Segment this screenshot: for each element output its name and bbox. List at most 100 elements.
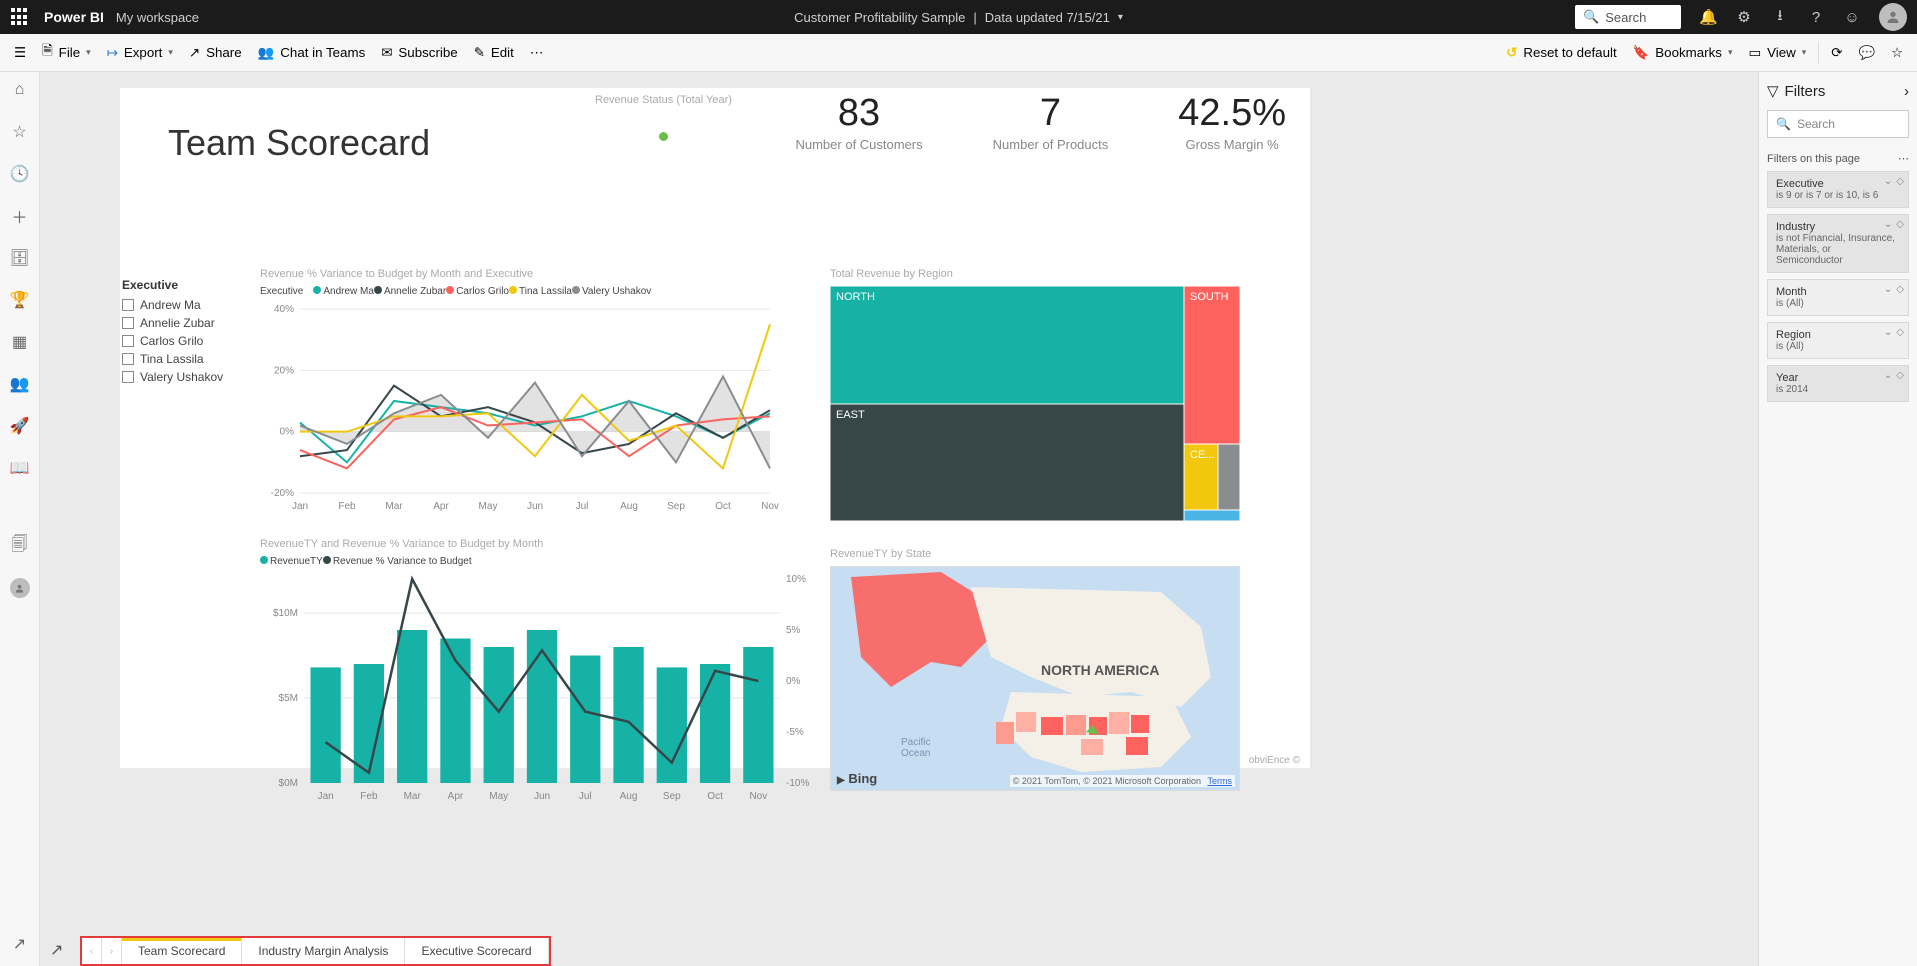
- map-svg: [831, 567, 1240, 791]
- datasets-icon[interactable]: 🗄: [0, 248, 39, 268]
- report-tab[interactable]: Team Scorecard: [122, 938, 242, 964]
- map-visual[interactable]: NORTH AMERICA Pacific Ocean ▶ Bing © 202…: [830, 566, 1240, 791]
- search-icon: 🔍: [1583, 9, 1599, 25]
- refresh-button[interactable]: ⟳: [1823, 45, 1850, 61]
- favorite-button[interactable]: ☆: [1883, 45, 1911, 61]
- feedback-icon[interactable]: ☺: [1843, 9, 1861, 26]
- chevron-down-icon[interactable]: ⌄: [1884, 219, 1892, 230]
- report-attribution: obviEnce ©: [1249, 755, 1300, 766]
- filter-card[interactable]: Industryis not Financial, Insurance, Mat…: [1767, 214, 1909, 273]
- svg-text:Mar: Mar: [404, 791, 422, 802]
- create-icon[interactable]: ＋: [0, 206, 39, 226]
- comment-button[interactable]: 💬: [1850, 45, 1883, 61]
- edit-button[interactable]: ✎Edit: [466, 34, 522, 71]
- svg-text:Apr: Apr: [448, 791, 464, 802]
- svg-text:Jan: Jan: [318, 791, 334, 802]
- chart-legend: Executive Andrew MaAnnelie ZubarCarlos G…: [260, 286, 780, 297]
- filters-header[interactable]: ▽ Filters ›: [1767, 82, 1909, 100]
- variance-line-chart[interactable]: Revenue % Variance to Budget by Month an…: [260, 268, 780, 518]
- clear-filter-icon[interactable]: ◇: [1896, 327, 1904, 338]
- more-button[interactable]: ⋯: [522, 34, 551, 71]
- chat-teams-button[interactable]: 👥Chat in Teams: [250, 34, 374, 71]
- apps-icon[interactable]: ▦: [0, 332, 39, 352]
- slicer-item[interactable]: Tina Lassila: [122, 352, 232, 366]
- export-menu[interactable]: ↦Export▾: [99, 34, 181, 71]
- clear-filter-icon[interactable]: ◇: [1896, 370, 1904, 381]
- chevron-down-icon: ▾: [1118, 12, 1123, 23]
- slicer-item[interactable]: Carlos Grilo: [122, 334, 232, 348]
- svg-text:NORTH: NORTH: [836, 291, 875, 303]
- filter-card[interactable]: Yearis 2014⌄◇: [1767, 365, 1909, 402]
- revenue-combo-chart[interactable]: RevenueTY and Revenue % Variance to Budg…: [260, 538, 820, 808]
- filters-section-label: Filters on this page⋯: [1767, 152, 1909, 165]
- goals-icon[interactable]: 🏆: [0, 290, 39, 310]
- reset-button[interactable]: ↺Reset to default: [1498, 45, 1625, 61]
- home-icon[interactable]: ⌂: [0, 80, 39, 100]
- report-title-bar[interactable]: Customer Profitability Sample | Data upd…: [794, 10, 1123, 25]
- chevron-down-icon[interactable]: ⌄: [1884, 370, 1892, 381]
- clear-filter-icon[interactable]: ◇: [1896, 284, 1904, 295]
- clear-filter-icon[interactable]: ◇: [1896, 176, 1904, 187]
- global-header: Power BI My workspace Customer Profitabi…: [0, 0, 1917, 34]
- bing-logo: ▶ Bing: [837, 771, 877, 786]
- treemap-svg: NORTHEASTSOUTHCE...: [830, 286, 1240, 521]
- global-search[interactable]: 🔍 Search: [1575, 5, 1681, 29]
- shared-icon[interactable]: 👥: [0, 374, 39, 394]
- notifications-icon[interactable]: 🔔: [1699, 8, 1717, 26]
- combo-chart-svg: $0M$5M$10M-10%-5%0%5%10%JanFebMarAprMayJ…: [260, 573, 820, 803]
- chevron-down-icon[interactable]: ⌄: [1884, 176, 1892, 187]
- filter-card[interactable]: Regionis (All)⌄◇: [1767, 322, 1909, 359]
- chevron-right-icon[interactable]: ›: [1904, 83, 1909, 100]
- report-tab[interactable]: Executive Scorecard: [405, 938, 548, 964]
- expand-canvas-icon[interactable]: ↗: [50, 940, 63, 960]
- executive-slicer[interactable]: Executive Andrew MaAnnelie ZubarCarlos G…: [122, 278, 232, 388]
- file-menu[interactable]: 🗎File▾: [34, 34, 99, 71]
- chevron-down-icon[interactable]: ⌄: [1884, 327, 1892, 338]
- recent-icon[interactable]: 🕓: [0, 164, 39, 184]
- slicer-item[interactable]: Valery Ushakov: [122, 370, 232, 384]
- left-nav-rail: ⌂ ☆ 🕓 ＋ 🗄 🏆 ▦ 👥 🚀 📖 🗐 ↗: [0, 72, 40, 966]
- checkbox-icon: [122, 317, 134, 329]
- share-button[interactable]: ↗Share: [181, 34, 250, 71]
- report-name: Customer Profitability Sample: [794, 10, 965, 25]
- svg-text:Jun: Jun: [534, 791, 550, 802]
- svg-text:$5M: $5M: [279, 693, 298, 704]
- user-avatar[interactable]: [1879, 3, 1907, 31]
- report-tab[interactable]: Industry Margin Analysis: [242, 938, 405, 964]
- my-workspace-icon[interactable]: [0, 578, 39, 598]
- filter-card[interactable]: Monthis (All)⌄◇: [1767, 279, 1909, 316]
- tab-next-button[interactable]: ›: [102, 938, 122, 964]
- app-launcher-icon[interactable]: [10, 7, 30, 27]
- view-menu[interactable]: ▭View▾: [1740, 45, 1814, 61]
- svg-text:Aug: Aug: [620, 501, 638, 512]
- search-placeholder: Search: [1605, 10, 1646, 25]
- workspace-label[interactable]: My workspace: [116, 10, 199, 25]
- map-terms-link[interactable]: Terms: [1208, 776, 1233, 786]
- kpi-products: 7 Number of Products: [993, 92, 1109, 152]
- deployment-icon[interactable]: 🗐: [0, 536, 39, 556]
- subscribe-button[interactable]: ✉Subscribe: [373, 34, 465, 71]
- tab-prev-button[interactable]: ‹: [82, 938, 102, 964]
- revenue-map[interactable]: RevenueTY by State: [830, 548, 1240, 791]
- filter-card[interactable]: Executiveis 9 or is 7 or is 10, is 6⌄◇: [1767, 171, 1909, 208]
- clear-filter-icon[interactable]: ◇: [1896, 219, 1904, 230]
- checkbox-icon: [122, 299, 134, 311]
- expand-rail-icon[interactable]: ↗: [0, 934, 39, 954]
- nav-toggle-button[interactable]: ☰: [6, 34, 34, 71]
- slicer-item[interactable]: Andrew Ma: [122, 298, 232, 312]
- slicer-item[interactable]: Annelie Zubar: [122, 316, 232, 330]
- download-icon[interactable]: ⭳: [1771, 5, 1789, 30]
- filters-search[interactable]: 🔍 Search: [1767, 110, 1909, 138]
- kpi-customers: 83 Number of Customers: [795, 92, 922, 152]
- workspaces-icon[interactable]: 📖: [0, 458, 39, 478]
- chevron-down-icon[interactable]: ⌄: [1884, 284, 1892, 295]
- settings-icon[interactable]: ⚙: [1735, 8, 1753, 26]
- svg-text:Jul: Jul: [576, 501, 589, 512]
- svg-text:20%: 20%: [274, 365, 294, 376]
- help-icon[interactable]: ?: [1807, 9, 1825, 26]
- favorites-icon[interactable]: ☆: [0, 122, 39, 142]
- bookmarks-menu[interactable]: 🔖Bookmarks▾: [1625, 45, 1741, 61]
- revenue-treemap[interactable]: Total Revenue by Region NORTHEASTSOUTHCE…: [830, 268, 1240, 526]
- learn-icon[interactable]: 🚀: [0, 416, 39, 436]
- svg-text:Jun: Jun: [527, 501, 543, 512]
